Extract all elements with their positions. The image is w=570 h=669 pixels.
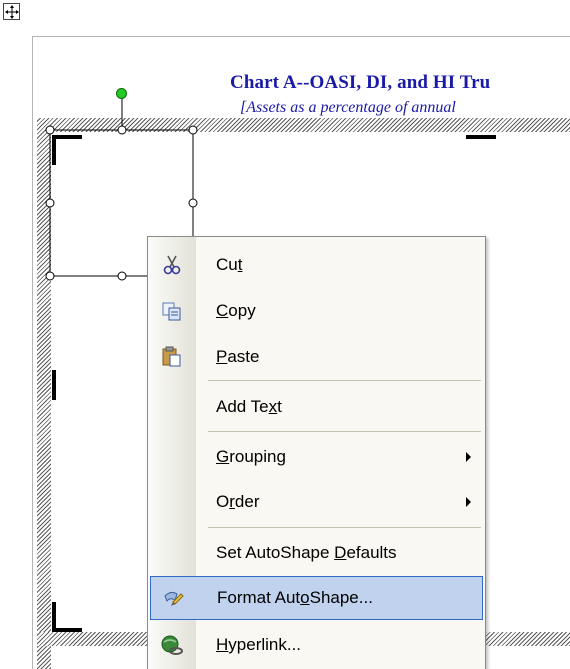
menu-item-label: Cut xyxy=(216,255,243,274)
menu-item-grouping[interactable]: Grouping xyxy=(150,435,483,479)
menu-item-label: Hyperlink... xyxy=(216,635,302,654)
menu-item-hyperlink[interactable]: Hyperlink... xyxy=(150,623,483,667)
menu-separator xyxy=(208,527,481,528)
context-menu: Cut Copy Paste Add Text Grouping Order S… xyxy=(147,236,486,669)
menu-separator xyxy=(208,431,481,432)
copy-icon xyxy=(160,300,184,322)
menu-item-label: Copy xyxy=(216,301,256,320)
menu-item-paste[interactable]: Paste xyxy=(150,335,483,379)
menu-item-order[interactable]: Order xyxy=(150,480,483,524)
menu-item-label: Format AutoShape... xyxy=(217,588,373,607)
submenu-arrow-icon xyxy=(466,497,471,507)
menu-item-add-text[interactable]: Add Text xyxy=(150,385,483,429)
menu-item-label: Add Text xyxy=(216,397,282,416)
menu-item-format-autoshape[interactable]: Format AutoShape... xyxy=(150,576,483,620)
menu-item-set-autoshape-defaults[interactable]: Set AutoShape Defaults xyxy=(150,531,483,575)
rotate-handle[interactable] xyxy=(116,88,127,99)
menu-item-label: Grouping xyxy=(216,447,286,466)
scissors-icon xyxy=(160,254,184,276)
menu-item-label: Set AutoShape Defaults xyxy=(216,543,397,562)
hyperlink-icon xyxy=(160,634,184,656)
format-autoshape-icon xyxy=(161,588,185,610)
menu-item-cut[interactable]: Cut xyxy=(150,243,483,287)
menu-item-copy[interactable]: Copy xyxy=(150,289,483,333)
menu-item-label: Paste xyxy=(216,347,260,366)
submenu-arrow-icon xyxy=(466,452,471,462)
paste-icon xyxy=(160,346,184,368)
menu-item-label: Order xyxy=(216,492,260,511)
menu-separator xyxy=(208,380,481,381)
